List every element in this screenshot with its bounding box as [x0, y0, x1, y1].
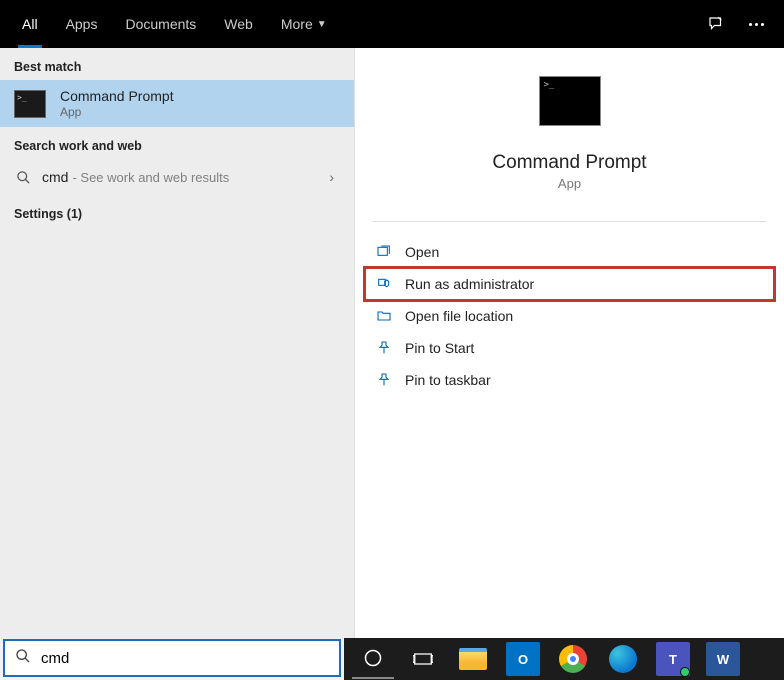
best-match-header: Best match — [0, 48, 354, 80]
settings-section-header[interactable]: Settings (1) — [0, 195, 354, 227]
web-hint: - See work and web results — [72, 170, 229, 185]
action-label: Open — [405, 244, 439, 260]
search-filter-tabs: All Apps Documents Web More▼ — [0, 0, 784, 48]
file-explorer-button[interactable] — [452, 639, 494, 679]
outlook-button[interactable]: O — [502, 639, 544, 679]
result-subtitle: App — [60, 105, 174, 119]
action-label: Pin to Start — [405, 340, 474, 356]
web-result-cmd[interactable]: cmd - See work and web results › — [0, 159, 354, 195]
result-title: Command Prompt — [60, 88, 174, 104]
action-pin-to-start[interactable]: Pin to Start — [365, 332, 774, 364]
tab-web[interactable]: Web — [210, 0, 267, 48]
divider — [373, 221, 766, 222]
shield-icon — [373, 276, 395, 292]
search-input[interactable] — [41, 650, 329, 667]
preview-pane: Command Prompt App Open Run as administr… — [355, 48, 784, 638]
search-work-web-header: Search work and web — [0, 127, 354, 159]
task-view-button[interactable] — [402, 639, 444, 679]
chevron-right-icon: › — [329, 169, 334, 185]
app-thumbnail-icon — [539, 76, 601, 126]
folder-icon — [373, 308, 395, 324]
app-name: Command Prompt — [355, 152, 784, 174]
search-icon — [15, 648, 31, 669]
tab-documents[interactable]: Documents — [111, 0, 210, 48]
tab-all[interactable]: All — [8, 0, 52, 48]
results-pane: Best match Command Prompt App Search wor… — [0, 48, 355, 638]
search-icon — [14, 170, 32, 185]
pin-icon — [373, 340, 395, 356]
cmd-icon — [14, 90, 46, 118]
action-open[interactable]: Open — [365, 236, 774, 268]
action-pin-to-taskbar[interactable]: Pin to taskbar — [365, 364, 774, 396]
feedback-icon[interactable] — [696, 4, 736, 44]
status-badge-icon — [680, 667, 690, 677]
word-button[interactable]: W — [702, 639, 744, 679]
action-label: Pin to taskbar — [405, 372, 491, 388]
more-options-icon[interactable] — [736, 4, 776, 44]
cortana-button[interactable] — [352, 639, 394, 679]
tab-more[interactable]: More▼ — [267, 0, 341, 48]
taskbar: O T W — [344, 638, 784, 680]
action-label: Run as administrator — [405, 276, 534, 292]
search-box[interactable] — [3, 639, 341, 677]
action-label: Open file location — [405, 308, 513, 324]
web-query: cmd — [42, 169, 68, 185]
teams-button[interactable]: T — [652, 639, 694, 679]
pin-taskbar-icon — [373, 372, 395, 388]
edge-button[interactable] — [602, 639, 644, 679]
tab-apps[interactable]: Apps — [52, 0, 112, 48]
app-type: App — [355, 176, 784, 191]
action-open-file-location[interactable]: Open file location — [365, 300, 774, 332]
open-icon — [373, 244, 395, 260]
result-command-prompt[interactable]: Command Prompt App — [0, 80, 354, 127]
chrome-button[interactable] — [552, 639, 594, 679]
action-run-as-administrator[interactable]: Run as administrator — [365, 268, 774, 300]
